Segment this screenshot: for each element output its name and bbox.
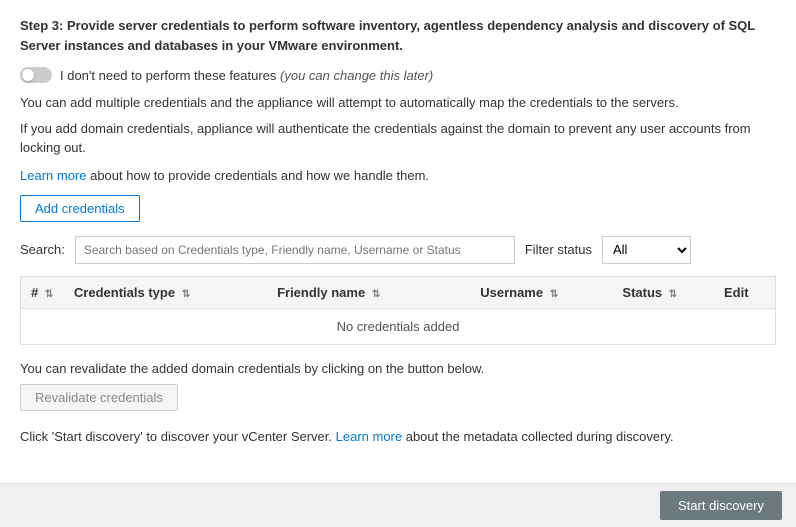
perform-features-toggle[interactable] <box>20 67 52 83</box>
credentials-table: # ⇅ Credentials type ⇅ Friendly name ⇅ U… <box>21 277 775 344</box>
step-title: Step 3: Provide server credentials to pe… <box>20 16 776 55</box>
info-line-2: If you add domain credentials, appliance… <box>20 119 776 158</box>
learn-more-discovery-link[interactable]: Learn more <box>336 429 402 444</box>
add-credentials-button[interactable]: Add credentials <box>20 195 140 222</box>
filter-status-label: Filter status <box>525 242 592 257</box>
search-label: Search: <box>20 242 65 257</box>
col-header-hash[interactable]: # ⇅ <box>21 277 64 309</box>
search-input[interactable] <box>75 236 515 264</box>
col-header-username[interactable]: Username ⇅ <box>470 277 612 309</box>
col-header-edit: Edit <box>714 277 775 309</box>
info-line-1: You can add multiple credentials and the… <box>20 93 776 113</box>
revalidate-text: You can revalidate the added domain cred… <box>20 361 776 376</box>
learn-more-credentials-link[interactable]: Learn more <box>20 168 86 183</box>
revalidate-section: You can revalidate the added domain cred… <box>20 361 776 411</box>
filter-status-select[interactable]: All Valid Invalid Unknown <box>602 236 691 264</box>
sort-icon-cred-type: ⇅ <box>182 289 190 300</box>
bottom-suffix: about the metadata collected during disc… <box>402 429 673 444</box>
credentials-table-wrapper: # ⇅ Credentials type ⇅ Friendly name ⇅ U… <box>20 276 776 345</box>
learn-more-suffix: about how to provide credentials and how… <box>86 168 429 183</box>
learn-more-row: Learn more about how to provide credenti… <box>20 168 776 183</box>
col-header-status[interactable]: Status ⇅ <box>612 277 714 309</box>
col-header-cred-type[interactable]: Credentials type ⇅ <box>64 277 267 309</box>
sort-icon-status: ⇅ <box>669 289 677 300</box>
sort-icon-hash: ⇅ <box>45 289 53 300</box>
table-empty-row: No credentials added <box>21 308 775 344</box>
col-header-friendly-name[interactable]: Friendly name ⇅ <box>267 277 470 309</box>
start-discovery-button[interactable]: Start discovery <box>660 491 782 520</box>
sort-icon-friendly-name: ⇅ <box>372 289 380 300</box>
bottom-text: Click 'Start discovery' to discover your… <box>20 427 776 447</box>
table-header-row: # ⇅ Credentials type ⇅ Friendly name ⇅ U… <box>21 277 775 309</box>
sort-icon-username: ⇅ <box>550 289 558 300</box>
toggle-label: I don't need to perform these features (… <box>60 68 433 83</box>
footer-bar: Start discovery <box>0 483 796 527</box>
bottom-prefix: Click 'Start discovery' to discover your… <box>20 429 336 444</box>
revalidate-credentials-button[interactable]: Revalidate credentials <box>20 384 178 411</box>
table-empty-message: No credentials added <box>21 308 775 344</box>
